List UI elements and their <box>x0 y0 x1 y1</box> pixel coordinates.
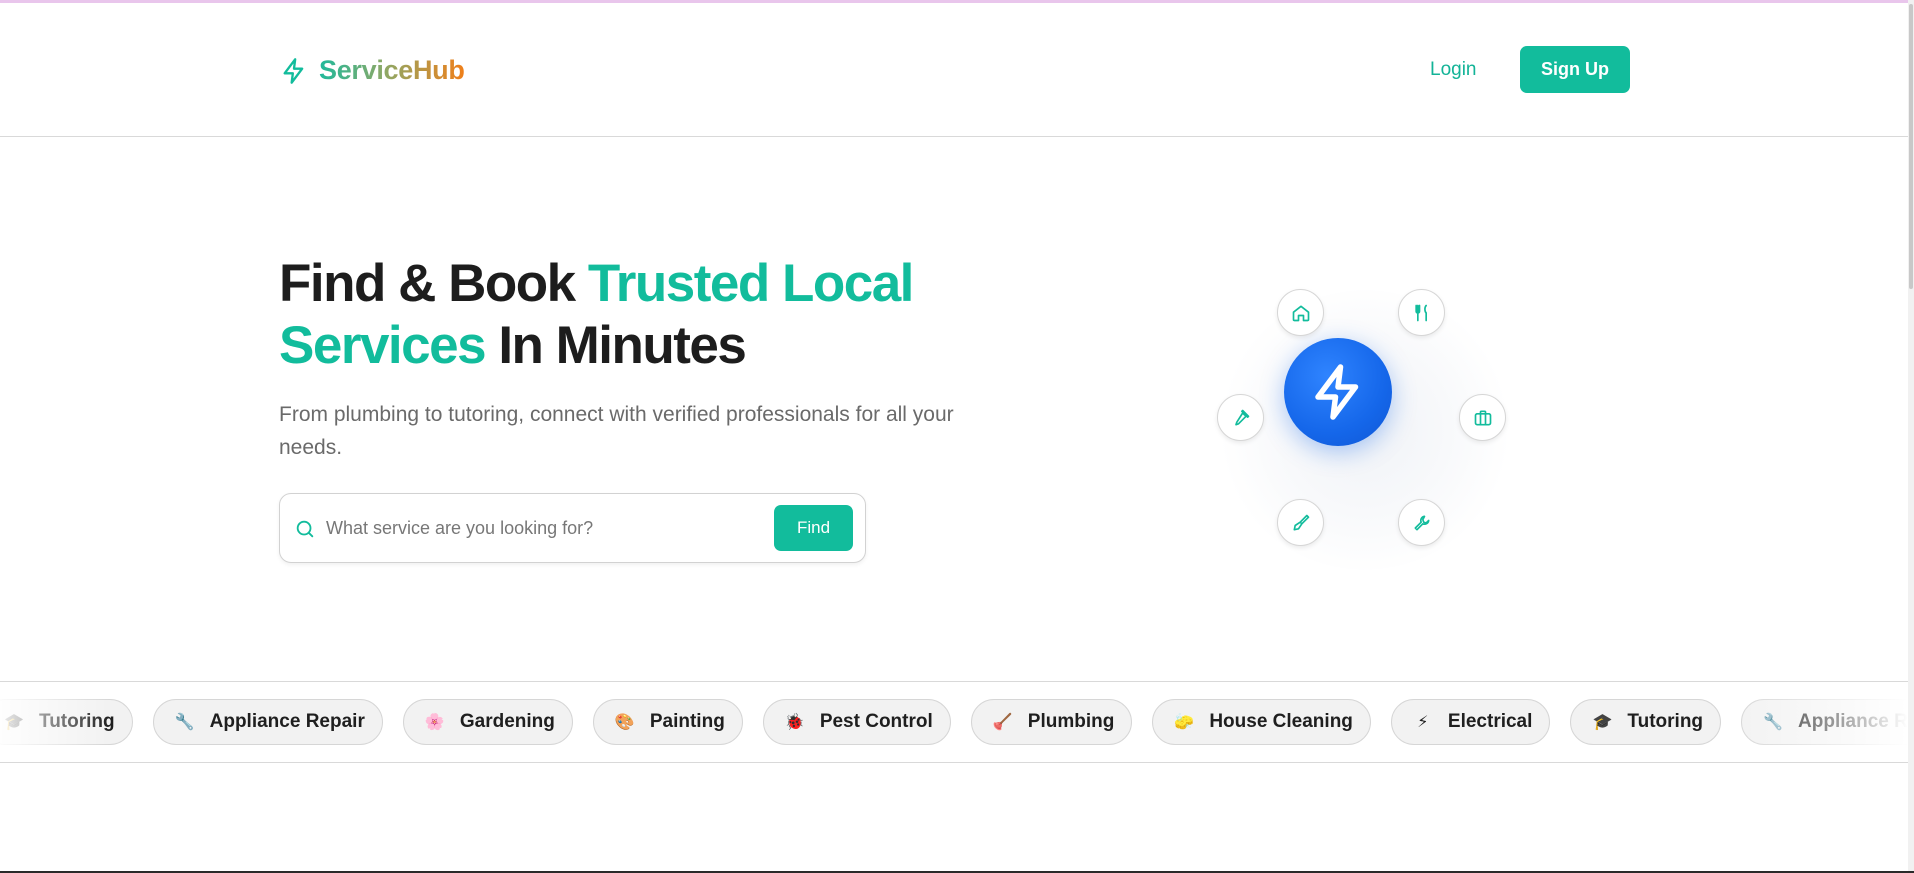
login-link[interactable]: Login <box>1430 59 1477 81</box>
hero-title-accent2: Services <box>279 316 487 375</box>
hero-title-part1: Find & Book <box>279 254 588 313</box>
category-label: Gardening <box>459 711 555 732</box>
bolt-icon: ⚡ <box>1417 714 1429 731</box>
wrench-icon <box>1398 499 1445 546</box>
category-pill-painting[interactable]: 🎨 Painting <box>592 699 743 745</box>
hero-title-part2: In Minutes <box>485 316 747 375</box>
category-label: Electrical <box>1447 711 1533 732</box>
category-pill-electrical[interactable]: ⚡ Electrical <box>1390 699 1551 745</box>
bolt-icon <box>279 56 309 86</box>
search-input[interactable] <box>326 508 736 548</box>
paintbrush-icon <box>1277 499 1324 546</box>
sponge-icon: 🧽 <box>1174 714 1195 731</box>
wrench-icon: 🔧 <box>174 714 195 731</box>
palette-icon: 🎨 <box>614 714 635 731</box>
bolt-icon <box>1284 338 1392 446</box>
hero-title-accent1: Trusted Local <box>587 254 915 313</box>
category-pill-tutoring[interactable]: 🎓 Tutoring <box>0 699 133 745</box>
plunger-icon: 🪠 <box>992 714 1013 731</box>
category-label: House Cleaning <box>1209 711 1353 732</box>
category-pill-pest-control[interactable]: 🐞 Pest Control <box>762 699 951 745</box>
category-label: Tutoring <box>1627 711 1704 732</box>
category-pill-house-cleaning[interactable]: 🧽 House Cleaning <box>1152 699 1371 745</box>
category-pill-tutoring[interactable]: 🎓 Tutoring <box>1570 699 1722 745</box>
category-list: 🎓 Tutoring 🔧 Appliance Repair 🌸 Gardenin… <box>0 699 1908 745</box>
home-icon <box>1277 289 1324 336</box>
search-bar: Find <box>279 493 866 563</box>
brand-logo[interactable]: ServiceHub <box>279 55 465 86</box>
flower-icon: 🌸 <box>424 714 445 731</box>
search-icon <box>294 518 316 540</box>
site-header: ServiceHub Login Sign Up <box>0 3 1908 137</box>
hero-subtitle: From plumbing to tutoring, connect with … <box>279 403 954 459</box>
find-button[interactable]: Find <box>774 505 853 551</box>
wrench-icon: 🔧 <box>1763 714 1783 731</box>
category-pill-plumbing[interactable]: 🪠 Plumbing <box>970 699 1133 745</box>
category-label: Plumbing <box>1027 711 1115 732</box>
services-orbit-illustration <box>1160 250 1560 610</box>
hero-title: Find & Book Trusted Local Services In Min… <box>279 253 999 377</box>
briefcase-icon <box>1459 394 1506 441</box>
bug-icon: 🐞 <box>784 714 805 731</box>
category-label: Pest Control <box>819 711 933 732</box>
utensils-icon <box>1398 289 1445 336</box>
category-pill-appliance-repair[interactable]: 🔧 Appliance Repair <box>152 699 383 745</box>
scrollbar-thumb[interactable] <box>1909 4 1913 289</box>
graduation-cap-icon: 🎓 <box>1592 714 1613 731</box>
hammer-icon <box>1217 394 1264 441</box>
category-label: Appliance Repair <box>1798 711 1908 732</box>
category-label: Tutoring <box>39 711 115 732</box>
brand-name: ServiceHub <box>319 55 465 85</box>
category-marquee: 🎓 Tutoring 🔧 Appliance Repair 🌸 Gardenin… <box>0 681 1908 763</box>
category-pill-appliance-repair[interactable]: 🔧 Appliance Repair <box>1741 699 1908 745</box>
page-scrollbar[interactable] <box>1908 0 1914 873</box>
graduation-cap-icon: 🎓 <box>4 714 24 731</box>
category-label: Appliance Repair <box>209 711 365 732</box>
signup-button[interactable]: Sign Up <box>1520 46 1630 93</box>
category-label: Painting <box>649 711 725 732</box>
category-pill-gardening[interactable]: 🌸 Gardening <box>402 699 573 745</box>
